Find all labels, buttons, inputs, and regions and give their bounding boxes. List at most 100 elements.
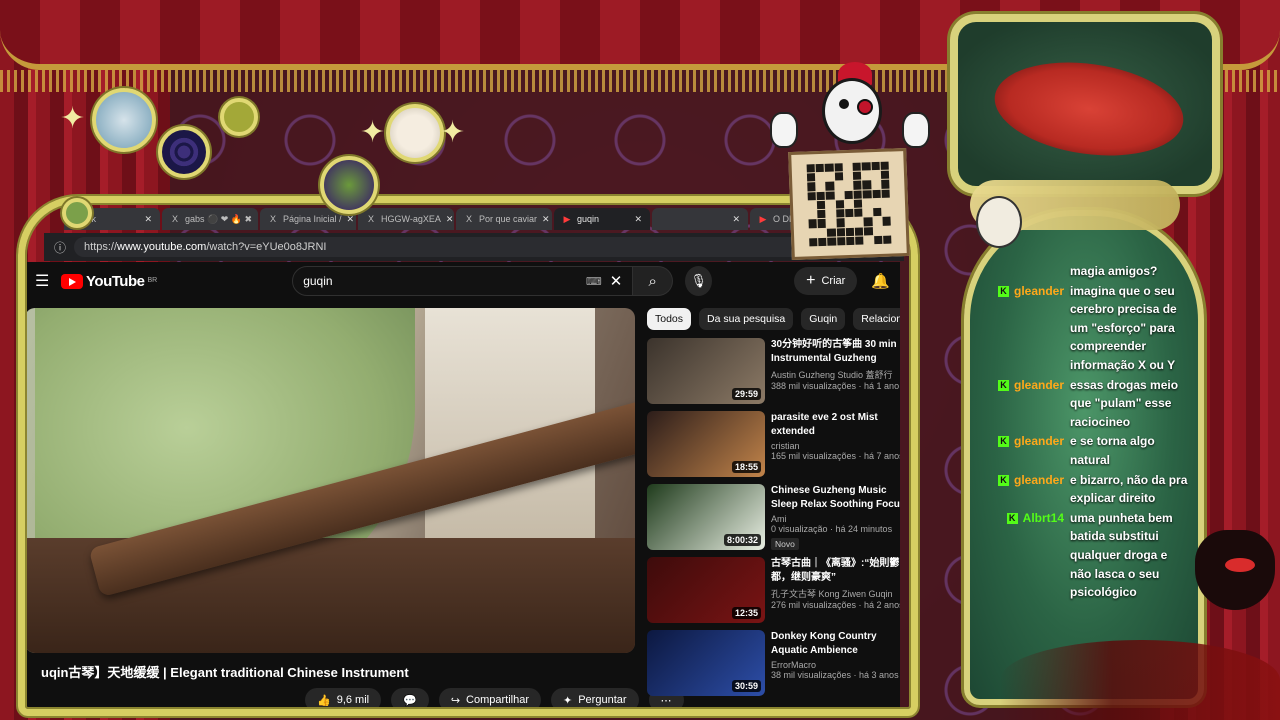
search-input[interactable]: guqin ⌨ ✕ [292,266,634,296]
microphone-icon: 🎙 [690,273,707,288]
red-eye [988,51,1190,167]
filter-chip[interactable]: Relaciona [853,308,900,330]
video-title-text: 古琴古曲｜《离骚》:“始則鬱都，继则豪爽” [771,558,900,583]
video-thumbnail[interactable]: 12:35 [647,557,765,623]
video-thumbnail[interactable]: 18:55 [647,411,765,477]
voice-search-button[interactable]: 🎙 [685,266,713,296]
close-tab-icon[interactable]: ✕ [257,214,258,225]
view-count: 388 mil visualizações · há 1 ano [771,381,900,391]
hamburger-menu-icon[interactable]: ☰ [35,271,53,291]
share-icon: ↪ [450,694,461,707]
plus-icon: + [806,272,816,289]
url-prefix: https:// [84,241,118,253]
browser-tab[interactable]: X HGGW-agXEA ✕ [358,208,454,230]
x-logo-icon: X [171,214,178,224]
close-tab-icon[interactable]: ✕ [446,214,454,225]
spiral-orb [158,126,210,178]
tab-label: Página Inicial / [283,214,342,224]
youtube-icon: ▶ [759,214,767,224]
close-tab-icon[interactable]: ✕ [144,214,152,225]
recommendation-item[interactable]: 29:59 30分钟好听的古筝曲 30 min Instrumental Guzh… [647,338,900,410]
close-tab-icon[interactable]: ✕ [634,214,642,225]
browser-tab[interactable]: ✕ [652,208,748,230]
video-duration: 8:00:32 [723,534,761,546]
small-orb [62,198,92,228]
like-button[interactable]: 👍 9,6 mil [305,688,382,712]
chat-message: Kgleander essas drogas meio que "pulam" e… [990,376,1190,432]
chat-text: magia amigos? [1070,264,1158,278]
youtube-header: ☰ YouTube BR guqin ⌨ ✕ ⌕ 🎙 + Criar 🔔 [25,262,900,300]
clear-search-icon[interactable]: ✕ [610,272,623,290]
tab-label: HGGW-agXEA [381,214,441,224]
share-button[interactable]: ↪ Compartilhar [438,688,541,712]
filter-chip[interactable]: Guqin [801,308,846,330]
channel-name[interactable]: ErrorMacro [771,660,900,670]
comment-button[interactable]: 💬 [391,688,429,712]
share-label: Compartilhar [466,694,529,706]
close-tab-icon[interactable]: ✕ [542,214,550,225]
search-button[interactable]: ⌕ [633,266,674,296]
notifications-bell-icon[interactable]: 🔔 [871,272,890,290]
page-info-icon[interactable]: ⓘ [54,239,66,256]
view-count: 0 visualização · há 24 minutos [771,524,893,534]
channel-name[interactable]: Austin Guzheng Studio 蓋舒行 [771,368,900,381]
close-tab-icon[interactable]: ✕ [732,214,740,225]
blank-icon [660,214,670,224]
recommendation-item[interactable]: 18:55 parasite eve 2 ost Mist extended cri… [647,411,900,483]
channel-name[interactable]: 孔子文古琴 Kong Ziwen Guqin [771,587,900,600]
browser-tab[interactable]: ▶ guqin ✕ [554,208,650,230]
url-path: /watch?v=eYUe0o8JRNI [206,241,327,253]
chat-username[interactable]: gleander [1014,282,1064,301]
filter-chip[interactable]: Da sua pesquisa [699,308,794,330]
video-thumbnail[interactable]: 8:00:32 [647,484,765,550]
search-icon: ⌕ [648,272,657,290]
chat-message: K Albrt14 uma punheta bem batida substitui… [990,509,1190,602]
view-count: 165 mil visualizações · há 7 anos [771,451,900,461]
tab-label: guqin [577,214,600,224]
close-tab-icon[interactable]: ✕ [347,214,355,225]
jester-hand-left [770,112,798,148]
video-actions: 👍 9,6 mil 💬 ↪ Compartilhar ✦ Perguntar ⋯ [305,688,684,712]
video-thumbnail[interactable]: 29:59 [647,338,765,404]
video-meta: Chinese Guzheng Music Sleep Relax Soothi… [771,484,900,556]
x-logo-icon: X [465,214,472,224]
jester-hand-right [902,112,930,148]
sparkle-star-icon: ✦ [360,116,386,149]
sparkle-icon: ✦ [563,694,573,707]
chat-username[interactable]: gleander [1014,432,1064,451]
video-title-text: Donkey Kong Country Aquatic Ambience Slo… [771,631,877,656]
youtube-icon: ▶ [563,214,571,224]
search-value: guqin [303,274,333,288]
keyboard-icon[interactable]: ⌨ [586,275,602,288]
browser-tab[interactable]: Xgabs ⚫ ❤ 🔥 ✖ ✕ [162,208,258,230]
chat-username[interactable]: Albrt14 [1023,509,1064,528]
channel-name[interactable]: Ami [771,514,900,524]
youtube-play-icon [61,273,84,289]
channel-name[interactable]: cristian [771,441,900,451]
recommendation-item[interactable]: 8:00:32 Chinese Guzheng Music Sleep Relax… [647,484,900,556]
video-title-text: Chinese Guzheng Music Sleep Relax Soothi… [771,485,900,510]
create-button[interactable]: + Criar [794,267,858,295]
new-badge: Novo [771,538,799,550]
skull-orb [320,156,378,214]
view-count: 276 mil visualizações · há 2 anos [771,600,900,610]
chat-username[interactable]: gleander [1014,376,1064,395]
chat-username[interactable]: gleander [1014,471,1064,490]
video-thumbnail[interactable]: 30:59 [647,630,765,696]
browser-tab-bar: Xck✕Xgabs ⚫ ❤ 🔥 ✖✕XPágina Inicial /✕XHGG… [64,208,904,230]
recommendation-item[interactable]: 12:35 古琴古曲｜《离骚》:“始則鬱都，继则豪爽” 孔子文古琴 Kong Ziw… [647,557,900,629]
tab-label: Por que caviar [479,214,538,224]
video-player[interactable] [25,308,635,653]
recommendation-item[interactable]: 30:59 Donkey Kong Country Aquatic Ambienc… [647,630,900,702]
browser-tab[interactable]: X Por que caviar ✕ [456,208,552,230]
video-title: uqin古琴】天地缓缓 | Elegant traditional Chines… [41,665,409,680]
sparkle-star-icon: ✦ [440,116,466,149]
youtube-logo[interactable]: YouTube BR [61,273,157,290]
video-duration: 12:35 [731,607,761,619]
ask-button[interactable]: ✦ Perguntar [551,688,639,712]
qr-code-sign [788,147,910,261]
view-count: 38 mil visualizações · há 3 anos [771,670,899,680]
filter-chip[interactable]: Todos [647,308,692,330]
url-input[interactable]: https://www.youtube.com/watch?v=eYUe0o8J… [74,237,806,257]
chat-message: magia amigos? [990,262,1190,281]
